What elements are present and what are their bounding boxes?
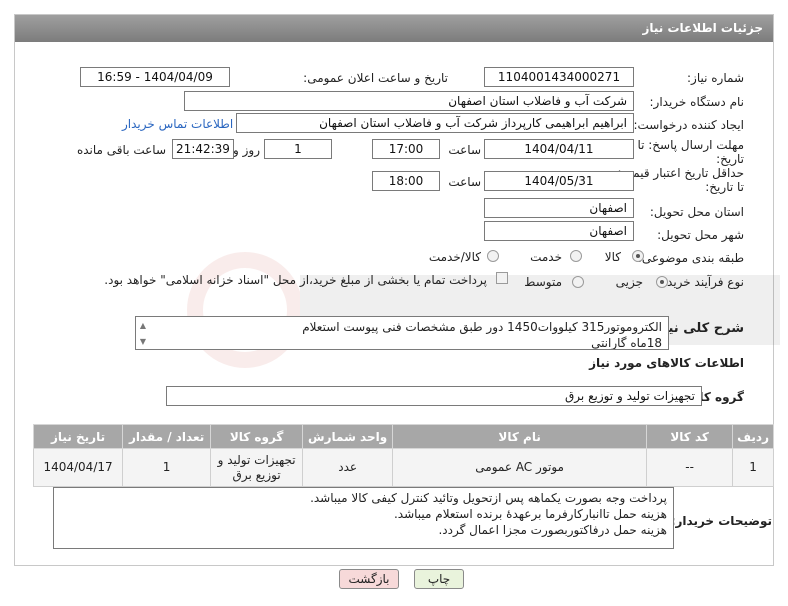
cell-name: موتور AC عمومی [392, 448, 648, 487]
category-goods-service-radio[interactable] [487, 250, 499, 262]
creator-field[interactable]: ابراهیم ابراهیمی کارپرداز شرکت آب و فاضل… [236, 113, 634, 133]
cell-date: 1404/04/17 [32, 448, 124, 487]
buyer-org-field[interactable]: شرکت آب و فاضلاب استان اصفهان [184, 91, 634, 111]
buyer-notes-line-2: هزینه حمل تاانبارکارفرما برعهدهٔ برنده ا… [393, 507, 667, 521]
process-medium-radio[interactable] [572, 276, 584, 288]
col-group: گروه کالا [210, 424, 304, 449]
col-code: کد کالا [646, 424, 734, 449]
deadline-label: مهلت ارسال پاسخ: تا تاریخ: [637, 138, 744, 166]
announce-label: تاریخ و ساعت اعلان عمومی: [303, 71, 448, 85]
category-goods-radio[interactable] [632, 250, 644, 262]
cell-unit: عدد [302, 448, 394, 487]
col-date: تاریخ نیاز [32, 424, 124, 449]
description-line-2: 18ماه گارانتی [591, 336, 662, 350]
goods-table-header: ردیف کد کالا نام کالا واحد شمارش گروه کا… [32, 424, 774, 449]
category-label: طبقه بندی موضوعی: [637, 251, 744, 265]
col-qty: تعداد / مقدار [122, 424, 212, 449]
cell-group: تجهیزات تولید و توزیع برق [210, 448, 304, 487]
category-service-radio[interactable] [570, 250, 582, 262]
price-validity-time-label: ساعت [448, 175, 481, 189]
process-minor-radio[interactable] [656, 276, 668, 288]
goods-group-field[interactable]: تجهیزات تولید و توزیع برق [166, 386, 702, 406]
buyer-org-label: نام دستگاه خریدار: [649, 95, 745, 109]
buyer-notes-label: توضیحات خریدار: [670, 514, 772, 528]
table-row[interactable]: 1 -- موتور AC عمومی عدد تجهیزات تولید و … [32, 448, 774, 487]
need-number-label: شماره نیاز: [687, 71, 744, 85]
deadline-time-field[interactable]: 17:00 [372, 139, 440, 159]
province-label: استان محل تحویل: [649, 205, 744, 219]
buyer-notes-line-3: هزینه حمل درفاکتوربصورت مجزا اعمال گردد. [438, 523, 667, 537]
treasury-payment-note: پرداخت تمام یا بخشی از مبلغ خرید،از محل … [104, 273, 487, 287]
deadline-time-label: ساعت [448, 143, 481, 157]
description-line-1: الکتروموتور315 کیلووات1450 دور طبق مشخصا… [302, 320, 662, 334]
goods-section-title: اطلاعات کالاهای مورد نیاز [589, 356, 744, 370]
buyer-contact-link[interactable]: اطلاعات تماس خریدار [122, 117, 233, 131]
buyer-notes-textarea[interactable]: پرداخت وجه بصورت یکماهه پس ازتحویل وتائی… [53, 487, 674, 549]
buyer-notes-line-1: پرداخت وجه بصورت یکماهه پس ازتحویل وتائی… [310, 491, 667, 505]
goods-table: ردیف کد کالا نام کالا واحد شمارش گروه کا… [32, 424, 774, 487]
print-button[interactable]: چاپ [414, 569, 464, 589]
scroll-arrows-icon[interactable]: ▲ ▼ [137, 318, 149, 348]
treasury-payment-checkbox[interactable] [496, 272, 508, 284]
process-label: نوع فرآیند خرید : [659, 275, 744, 289]
cell-code: -- [646, 448, 734, 487]
city-field[interactable]: اصفهان [484, 221, 634, 241]
price-validity-time-field[interactable]: 18:00 [372, 171, 440, 191]
col-name: نام کالا [392, 424, 648, 449]
creator-label: ایجاد کننده درخواست: [633, 118, 744, 132]
deadline-date-field[interactable]: 1404/04/11 [484, 139, 634, 159]
col-row: ردیف [732, 424, 774, 449]
cell-row: 1 [732, 448, 774, 487]
days-field[interactable]: 1 [264, 139, 332, 159]
price-validity-date-field[interactable]: 1404/05/31 [484, 171, 634, 191]
category-goods-service-label: کالا/خدمت [428, 250, 481, 264]
back-button[interactable]: بازگشت [339, 569, 399, 589]
need-number-field[interactable]: 1104001434000271 [484, 67, 634, 87]
category-service-label: خدمت [530, 250, 562, 264]
announce-datetime-field[interactable]: 1404/04/09 - 16:59 [80, 67, 230, 87]
city-label: شهر محل تحویل: [657, 228, 744, 242]
remaining-time-field[interactable]: 21:42:39 [172, 139, 234, 159]
remaining-time-label: ساعت باقی مانده [76, 143, 166, 157]
province-field[interactable]: اصفهان [484, 198, 634, 218]
process-minor-label: جزیی [615, 275, 643, 289]
days-label: روز و [233, 143, 260, 157]
cell-qty: 1 [122, 448, 212, 487]
description-textarea[interactable]: الکتروموتور315 کیلووات1450 دور طبق مشخصا… [135, 316, 669, 350]
category-goods-label: کالا [604, 250, 621, 264]
page-title: جزئیات اطلاعات نیاز [15, 15, 773, 42]
col-unit: واحد شمارش [302, 424, 394, 449]
process-medium-label: متوسط [524, 275, 562, 289]
